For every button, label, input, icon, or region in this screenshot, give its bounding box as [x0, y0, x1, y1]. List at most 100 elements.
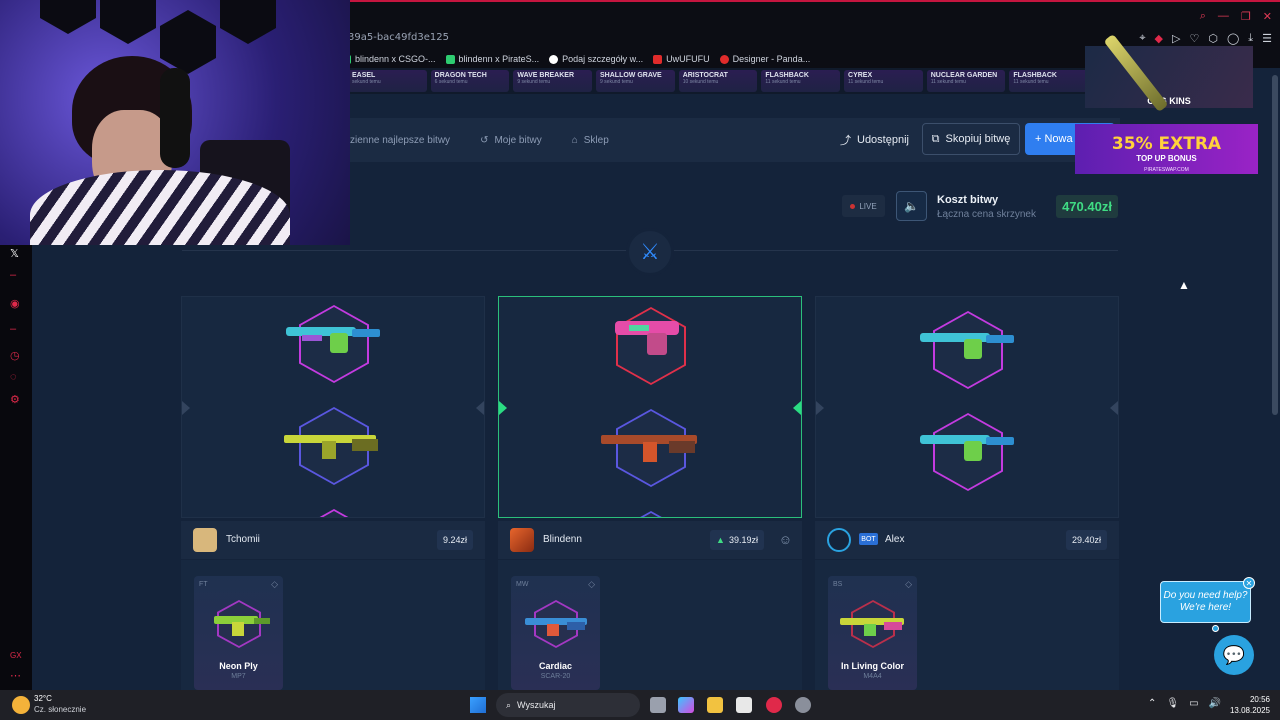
divider-icon: –: [10, 269, 17, 281]
recent-cases-ribbon: EASEL sekund temu DRAGON TECH 6 sekund tem…: [348, 68, 1089, 94]
item-weapon-image: [214, 616, 270, 636]
more-icon[interactable]: ⋯: [10, 669, 21, 682]
live-badge: LIVE: [842, 195, 885, 217]
item-card[interactable]: BS ◇ In Living Color M4A4: [828, 576, 917, 690]
won-items-panel: MW ◇ Cardiac SCAR-20: [498, 560, 802, 690]
menu-icon[interactable]: ☰: [1262, 32, 1272, 45]
x-icon[interactable]: 𝕏: [10, 247, 19, 260]
chat-icon: 💬: [1222, 644, 1246, 665]
player-icon[interactable]: ◉: [10, 297, 20, 310]
bookmark-0[interactable]: blindenn x CSGO-...: [342, 54, 436, 64]
battle-cost-value: 470.40zł: [1056, 195, 1118, 218]
shield-icon[interactable]: ◆: [1155, 32, 1163, 45]
help-bubble[interactable]: Do you need help? We're here!: [1160, 581, 1251, 623]
case-item[interactable]: SHALLOW GRAVE 9 sekund temu: [596, 70, 675, 92]
bookmark-4[interactable]: Designer - Panda...: [719, 54, 810, 64]
item-skin-name: Cardiac: [538, 661, 573, 671]
file-explorer-icon[interactable]: [707, 697, 723, 713]
emoji-icon[interactable]: ☺: [779, 532, 792, 547]
player-total-value: 29.40zł: [1065, 530, 1107, 550]
history-icon[interactable]: ◷: [10, 349, 20, 362]
arrow-right-icon: [1110, 401, 1118, 415]
weather-desc: Cz. słonecznie: [34, 705, 87, 714]
shield-icon: ◇: [905, 579, 912, 589]
item-condition: FT: [199, 581, 208, 588]
case-item[interactable]: NUCLEAR GARDEN 11 sekund temu: [926, 70, 1006, 92]
arrow-left-icon: [182, 401, 190, 415]
drop-weapon-image: [286, 327, 380, 353]
browser-toolbar-icons: ⌖ ◆ ▷ ♡ ⬡ ◯ ⤓ ☰: [1139, 32, 1272, 45]
taskbar-search[interactable]: ⌕ Wyszukaj: [496, 693, 640, 717]
nav-my-battles[interactable]: ↺ Moje bitwy: [480, 135, 542, 146]
download-icon[interactable]: ⤓: [1248, 32, 1253, 45]
case-item[interactable]: ARISTOCRAT 10 sekund temu: [678, 70, 758, 92]
pirateswap-ad[interactable]: 35% EXTRA TOP UP BONUS PIRATESWAP.COM: [1075, 124, 1258, 174]
opera-gx-icon[interactable]: [766, 697, 782, 713]
close-icon[interactable]: ✕: [1243, 577, 1255, 589]
player-name[interactable]: Blindenn: [543, 534, 582, 545]
player-drops-column: [815, 296, 1119, 518]
item-card[interactable]: MW ◇ Cardiac SCAR-20: [511, 576, 600, 690]
pin-icon[interactable]: ⌖: [1139, 32, 1145, 45]
arrow-left-icon: [499, 401, 507, 415]
nav-best-battles[interactable]: zienne najlepsze bitwy: [350, 135, 450, 146]
extensions-icon[interactable]: ⬡: [1208, 32, 1218, 45]
case-item[interactable]: EASEL sekund temu: [348, 70, 427, 92]
gx-icon[interactable]: GX: [10, 651, 22, 660]
display-icon[interactable]: ▭: [1189, 698, 1198, 709]
leading-arrow-icon: ▲: [716, 535, 725, 545]
case-item[interactable]: CYREX 11 sekund temu: [844, 70, 923, 92]
settings-icon[interactable]: ⚙: [10, 393, 20, 406]
bookmark-3[interactable]: UwUFUFU: [653, 54, 710, 64]
player-name[interactable]: Tchomii: [226, 534, 260, 545]
drop-frame: [299, 509, 369, 517]
speaker-icon[interactable]: 🔊: [1209, 698, 1221, 709]
won-items-panel: FT ◇ Neon Ply MP7: [181, 560, 485, 690]
share-icon: ⤴: [840, 135, 851, 147]
close-icon[interactable]: ✕: [1263, 10, 1272, 23]
search-icon[interactable]: ⌕: [1200, 10, 1206, 23]
sound-toggle-button[interactable]: 🔈: [896, 191, 927, 221]
player-name[interactable]: Alex: [885, 534, 904, 545]
clock[interactable]: 20:56 13.08.2025: [1228, 694, 1270, 716]
copy-battle-button[interactable]: ⧉ Skopiuj bitwę: [922, 123, 1020, 155]
case-item[interactable]: FLASHBACK 11 sekund temu: [761, 70, 841, 92]
webcam-overlay: [0, 0, 350, 245]
store-icon[interactable]: [736, 697, 752, 713]
chat-icon[interactable]: ◌: [10, 371, 17, 383]
microphone-icon[interactable]: 🎙: [1166, 698, 1179, 709]
bookmark-1[interactable]: blindenn x PirateS...: [445, 54, 539, 64]
task-view-icon[interactable]: [650, 697, 666, 713]
address-bar[interactable]: 39a5-bac49fd3e125: [348, 32, 449, 43]
heart-icon[interactable]: ♡: [1189, 32, 1199, 45]
copy-icon: ⧉: [931, 132, 940, 145]
bookmark-2[interactable]: Podaj szczegóły w...: [549, 54, 643, 64]
share-button[interactable]: ⤴ Udostępnij: [840, 132, 909, 148]
arrow-right-icon: [476, 401, 484, 415]
arrow-right-icon: [793, 401, 801, 415]
start-button[interactable]: [470, 697, 486, 713]
player-bar: Blindenn ▲ 39.19zł ☺: [498, 521, 802, 559]
drop-weapon-image: [615, 321, 679, 355]
chevron-up-icon[interactable]: ⌃: [1148, 698, 1156, 709]
chat-launcher-button[interactable]: 💬: [1214, 635, 1254, 675]
bookmark-favicon-icon: [653, 54, 663, 64]
play-icon[interactable]: ▷: [1172, 32, 1180, 45]
page-scrollbar[interactable]: [1272, 75, 1278, 415]
csgoskins-ad[interactable]: CSG KINS: [1085, 46, 1253, 108]
maximize-icon[interactable]: ❐: [1241, 10, 1251, 23]
player-total-value: 9.24zł: [436, 530, 473, 550]
minimize-icon[interactable]: —: [1218, 10, 1229, 23]
case-item[interactable]: FLASHBACK 11 sekund temu: [1009, 70, 1089, 92]
copilot-icon[interactable]: [678, 697, 694, 713]
app-icon[interactable]: [795, 697, 811, 713]
player-drops-column: [181, 296, 485, 518]
weather-sun-icon[interactable]: [12, 696, 30, 714]
battle-cost-subtitle: Łączna cena skrzynek: [937, 209, 1036, 220]
case-item[interactable]: DRAGON TECH 6 sekund temu: [430, 70, 510, 92]
basket-icon: ⌂: [571, 134, 578, 146]
profile-icon[interactable]: ◯: [1227, 32, 1239, 45]
case-item[interactable]: WAVE BREAKER 9 sekund temu: [513, 70, 593, 92]
nav-shop[interactable]: ⌂ Sklep: [572, 135, 609, 146]
item-card[interactable]: FT ◇ Neon Ply MP7: [194, 576, 283, 690]
